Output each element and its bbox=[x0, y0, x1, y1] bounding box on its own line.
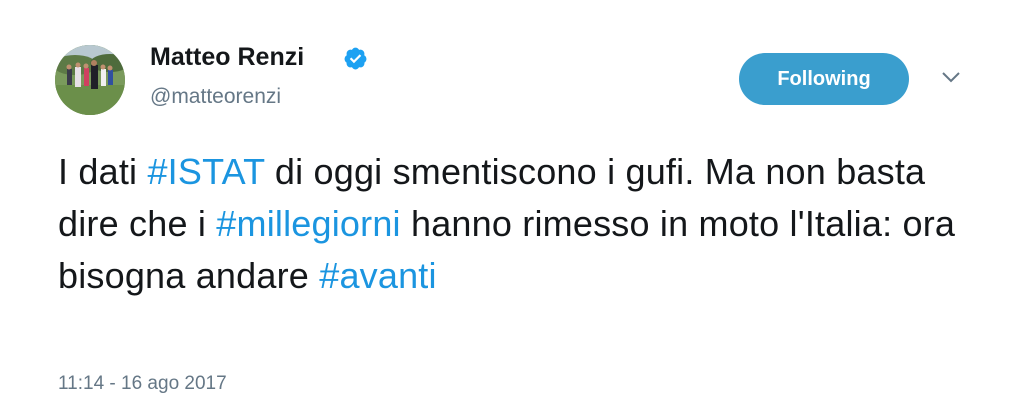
author-handle[interactable]: @matteorenzi bbox=[150, 85, 281, 109]
avatar-photo bbox=[55, 45, 125, 115]
hashtag-link[interactable]: #ISTAT bbox=[147, 151, 264, 192]
verified-badge-icon bbox=[344, 47, 367, 70]
following-button[interactable]: Following bbox=[739, 53, 909, 105]
avatar[interactable] bbox=[55, 45, 125, 115]
author-name[interactable]: Matteo Renzi bbox=[150, 43, 304, 72]
tweet-text: I dati #ISTAT di oggi smentiscono i gufi… bbox=[58, 146, 958, 302]
tweet-timestamp[interactable]: 11:14 - 16 ago 2017 bbox=[58, 373, 227, 395]
tweet-text-segment: I dati bbox=[58, 151, 148, 192]
tweet-card: Matteo Renzi @matteorenzi Following I da… bbox=[0, 0, 1024, 413]
hashtag-link[interactable]: #avanti bbox=[319, 255, 437, 296]
hashtag-link[interactable]: #millegiorni bbox=[216, 203, 400, 244]
chevron-down-icon[interactable] bbox=[940, 70, 962, 84]
